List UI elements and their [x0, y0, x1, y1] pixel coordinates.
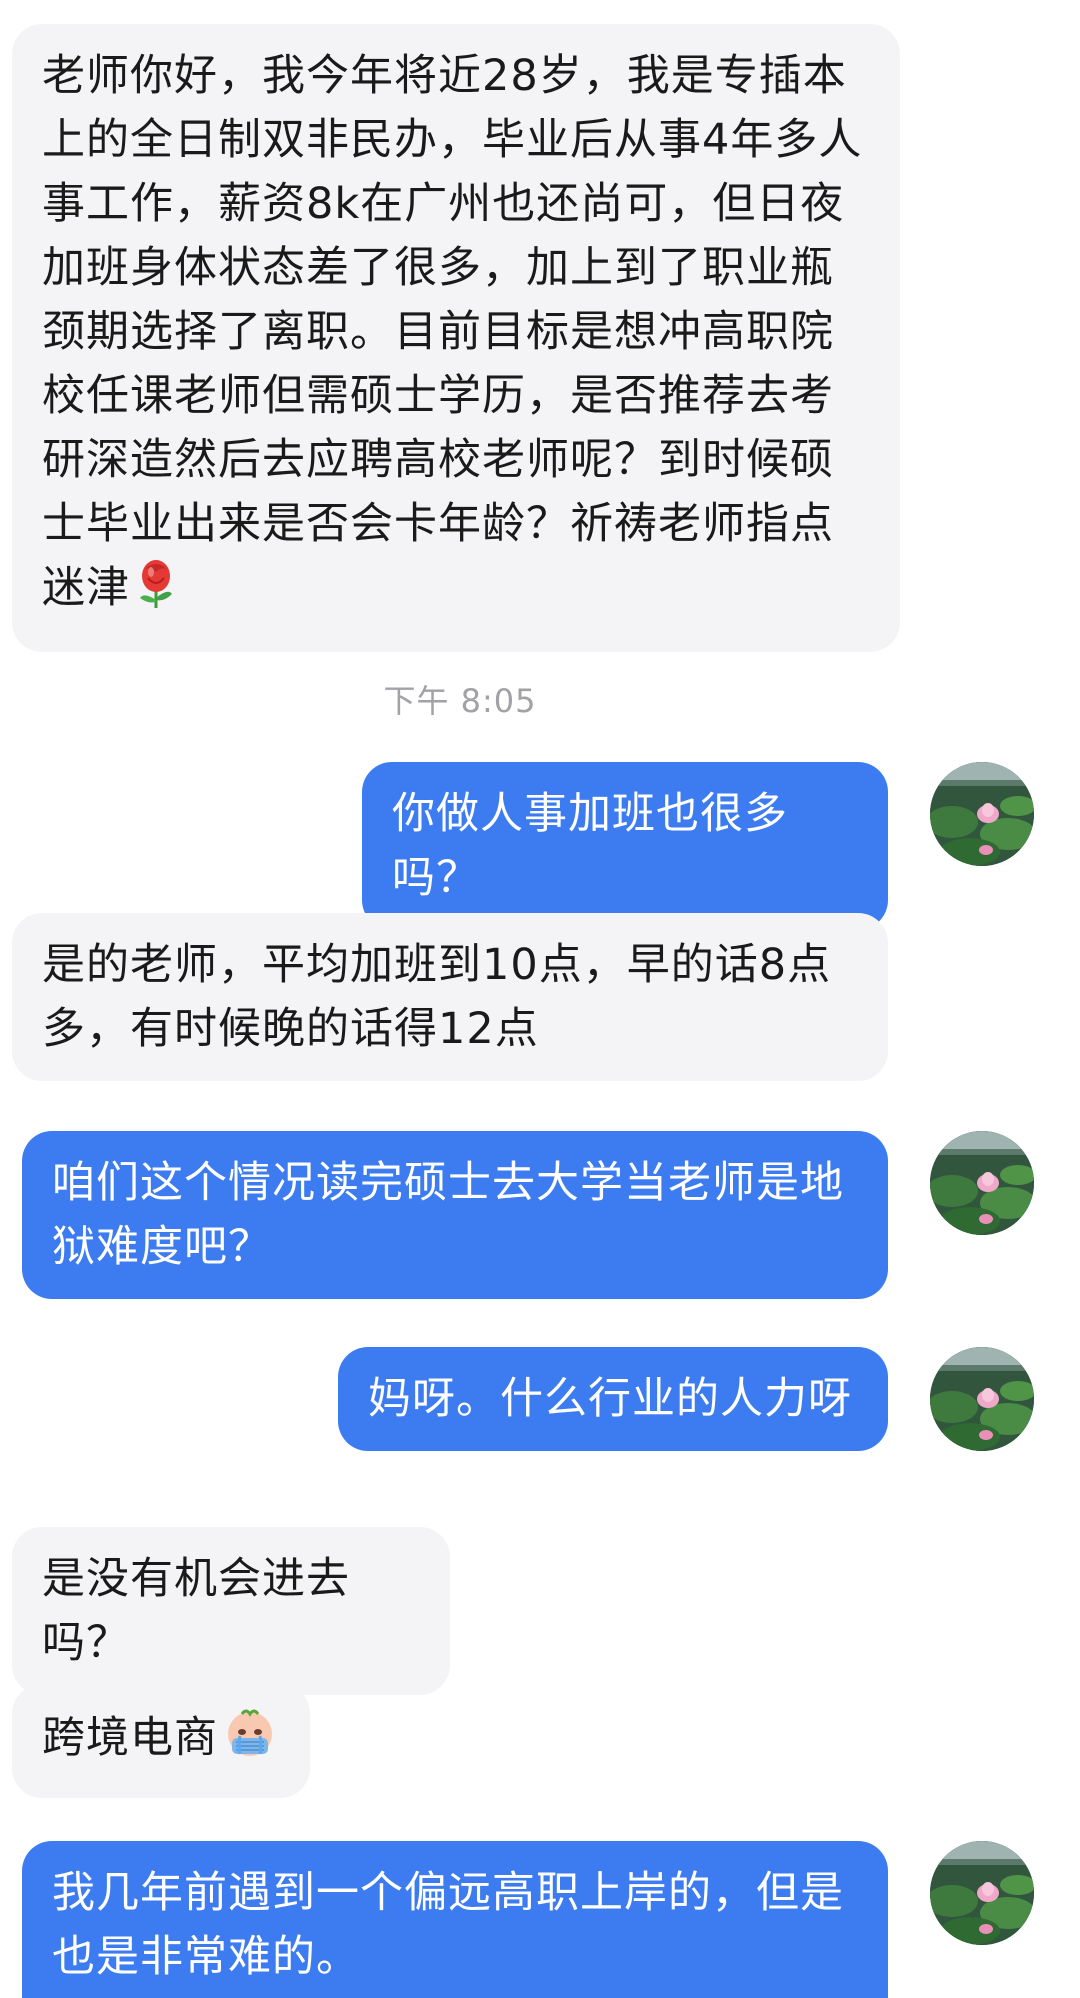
- lotus-pond-icon: [930, 1841, 1034, 1945]
- incoming-message-bubble[interactable]: 跨境电商: [12, 1684, 310, 1798]
- message-text: 妈呀。什么行业的人力呀: [368, 1374, 852, 1424]
- user-avatar[interactable]: [930, 1131, 1034, 1235]
- outgoing-message-bubble[interactable]: 你做人事加班也很多吗？: [362, 762, 888, 930]
- message-timestamp: 下午 8:05: [383, 682, 537, 720]
- crying-face-emoji: [222, 1704, 278, 1778]
- message-text: 你做人事加班也很多吗？: [392, 789, 788, 903]
- incoming-message-bubble[interactable]: 老师你好，我今年将近28岁，我是专插本上的全日制双非民办，毕业后从事4年多人事工…: [12, 24, 900, 652]
- lotus-pond-icon: [930, 1347, 1034, 1451]
- message-text: 咱们这个情况读完硕士去大学当老师是地狱难度吧？: [52, 1158, 844, 1272]
- message-text: 是没有机会进去吗？: [42, 1554, 350, 1668]
- user-avatar[interactable]: [930, 1347, 1034, 1451]
- chat-conversation[interactable]: 老师你好，我今年将近28岁，我是专插本上的全日制双非民办，毕业后从事4年多人事工…: [0, 0, 1080, 1998]
- outgoing-message-bubble[interactable]: 妈呀。什么行业的人力呀: [338, 1347, 888, 1451]
- outgoing-message-bubble[interactable]: 咱们这个情况读完硕士去大学当老师是地狱难度吧？: [22, 1131, 888, 1299]
- incoming-message-bubble[interactable]: 是没有机会进去吗？: [12, 1527, 450, 1695]
- message-text: 是的老师，平均加班到10点，早的话8点多，有时候晚的话得12点: [42, 940, 832, 1054]
- message-text: 我几年前遇到一个偏远高职上岸的，但是也是非常难的。: [52, 1868, 844, 1982]
- outgoing-message-bubble[interactable]: 我几年前遇到一个偏远高职上岸的，但是也是非常难的。: [22, 1841, 888, 1998]
- rose-emoji: [134, 558, 178, 628]
- user-avatar[interactable]: [930, 762, 1034, 866]
- user-avatar[interactable]: [930, 1841, 1034, 1945]
- message-text: 跨境电商: [42, 1713, 218, 1763]
- lotus-pond-icon: [930, 1131, 1034, 1235]
- lotus-pond-icon: [930, 762, 1034, 866]
- incoming-message-bubble[interactable]: 是的老师，平均加班到10点，早的话8点多，有时候晚的话得12点: [12, 913, 888, 1081]
- message-text: 老师你好，我今年将近28岁，我是专插本上的全日制双非民办，毕业后从事4年多人事工…: [42, 51, 863, 613]
